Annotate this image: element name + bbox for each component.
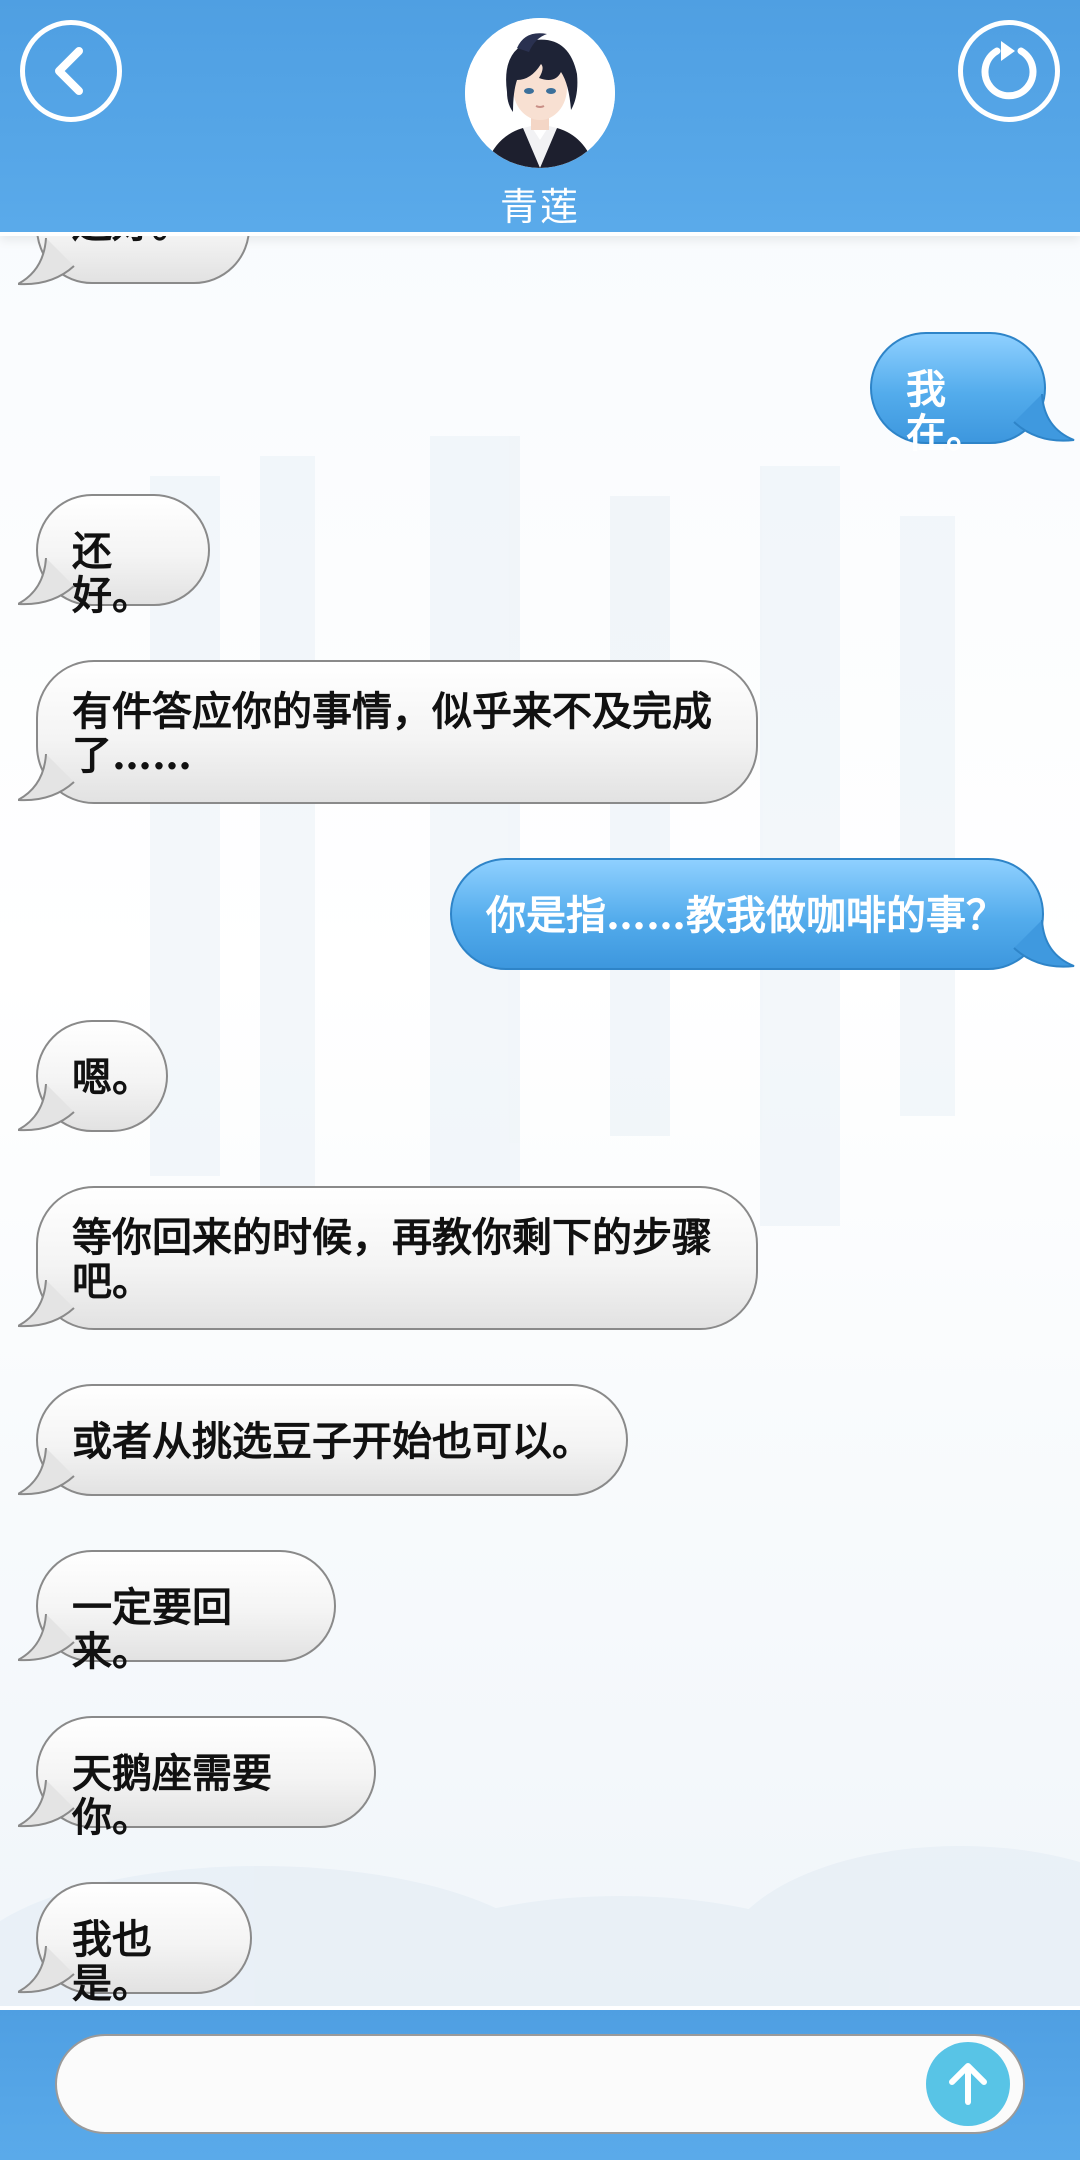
message-input[interactable] (55, 2034, 1025, 2134)
message-bubble: 等你回来的时候，再教你剩下的步骤吧。 (36, 1186, 758, 1330)
arrow-up-icon (949, 2063, 987, 2105)
message-incoming: 一定要回来。 (18, 1550, 336, 1674)
message-text: 一定要回来。 (72, 1584, 232, 1675)
message-text: 你是指……教我做咖啡的事？ (486, 892, 1006, 939)
back-button[interactable] (20, 20, 122, 122)
refresh-icon (981, 41, 1037, 100)
contact-name: 青莲 (499, 185, 580, 229)
message-bubble: 一定要回来。 (36, 1550, 336, 1674)
refresh-button[interactable] (958, 20, 1060, 122)
message-bubble: 你是指……教我做咖啡的事？ (450, 858, 1044, 970)
message-incoming: 还好。 (18, 236, 250, 286)
message-list[interactable]: 还好。 我在。 还好。 有件答应你的事情，似乎来不及完成了…… (0, 236, 1080, 2006)
message-incoming: 还好。 (18, 494, 210, 618)
message-incoming: 嗯。 (18, 1020, 168, 1132)
message-bubble: 或者从挑选豆子开始也可以。 (36, 1384, 628, 1496)
send-button[interactable] (926, 2042, 1010, 2126)
message-composer (0, 2010, 1080, 2160)
message-text: 等你回来的时候，再教你剩下的步骤吧。 (72, 1214, 712, 1305)
contact-avatar[interactable] (465, 18, 615, 168)
message-text: 我也是。 (72, 1916, 152, 2006)
back-arrow-icon (55, 47, 83, 95)
message-text: 我在。 (906, 366, 986, 457)
message-text: 嗯。 (72, 1054, 152, 1101)
message-bubble: 有件答应你的事情，似乎来不及完成了…… (36, 660, 758, 804)
message-text: 还好。 (72, 528, 152, 619)
message-incoming: 或者从挑选豆子开始也可以。 (18, 1384, 628, 1496)
message-incoming: 有件答应你的事情，似乎来不及完成了…… (18, 660, 758, 804)
chat-header: 青莲 (0, 0, 1080, 232)
message-incoming: 天鹅座需要你。 (18, 1716, 376, 1840)
message-text: 或者从挑选豆子开始也可以。 (72, 1418, 592, 1465)
message-outgoing: 你是指……教我做咖啡的事？ (450, 858, 1075, 970)
message-incoming: 等你回来的时候，再教你剩下的步骤吧。 (18, 1186, 758, 1330)
message-text: 还好。 (72, 236, 192, 247)
message-text: 有件答应你的事情，似乎来不及完成了…… (72, 688, 712, 779)
message-incoming: 我也是。 (18, 1882, 252, 2006)
character-portrait (465, 18, 615, 168)
message-outgoing: 我在。 (870, 332, 1075, 456)
message-bubble: 天鹅座需要你。 (36, 1716, 376, 1840)
message-text: 天鹅座需要你。 (72, 1750, 272, 1841)
